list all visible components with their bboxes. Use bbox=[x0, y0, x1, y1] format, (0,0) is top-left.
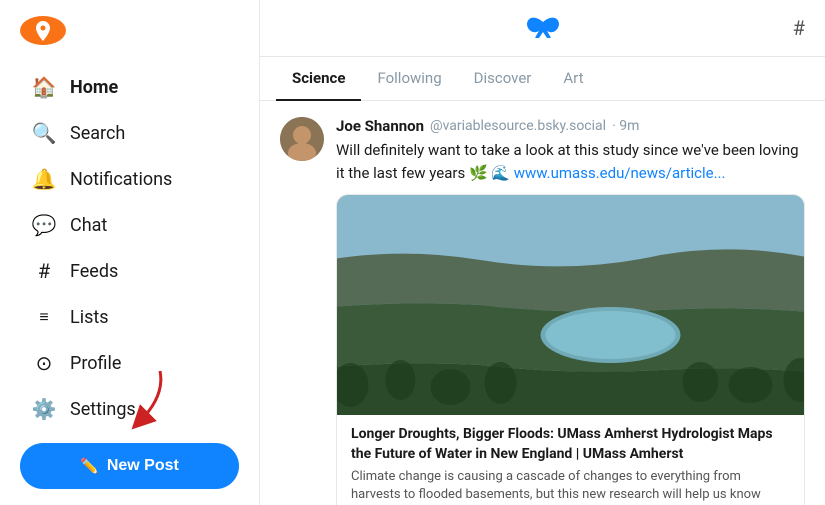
post-image bbox=[337, 195, 804, 415]
post-handle: @variablesource.bsky.social bbox=[430, 118, 606, 134]
avatar-svg bbox=[280, 117, 324, 161]
sidebar-item-lists[interactable]: ≡ Lists bbox=[20, 295, 239, 339]
location-icon bbox=[31, 19, 55, 43]
lists-icon: ≡ bbox=[32, 305, 56, 329]
post-body: Joe Shannon @variablesource.bsky.social … bbox=[336, 117, 805, 505]
sidebar-item-settings[interactable]: ⚙️ Settings bbox=[20, 387, 239, 431]
avatar bbox=[280, 117, 324, 161]
feed-tabs: Science Following Discover Art bbox=[260, 57, 825, 101]
post-meta: Joe Shannon @variablesource.bsky.social … bbox=[336, 117, 805, 135]
tab-science[interactable]: Science bbox=[276, 57, 361, 101]
new-post-label: New Post bbox=[107, 457, 179, 475]
post-text: Will definitely want to take a look at t… bbox=[336, 139, 805, 184]
search-icon: 🔍 bbox=[32, 121, 56, 145]
tab-art[interactable]: Art bbox=[547, 57, 599, 101]
post-item: Joe Shannon @variablesource.bsky.social … bbox=[280, 117, 805, 505]
caption-text: Climate change is causing a cascade of c… bbox=[351, 468, 790, 505]
settings-icon: ⚙️ bbox=[32, 397, 56, 421]
avatar-image bbox=[280, 117, 324, 161]
post-author: Joe Shannon bbox=[336, 117, 424, 135]
sidebar-item-chat[interactable]: 💬 Chat bbox=[20, 203, 239, 247]
sidebar-item-label: Search bbox=[70, 123, 125, 144]
sidebar-item-profile[interactable]: ⊙ Profile bbox=[20, 341, 239, 385]
sidebar-item-label: Home bbox=[70, 77, 118, 98]
main-header: # bbox=[260, 0, 825, 57]
app-logo[interactable] bbox=[20, 16, 66, 45]
tab-following[interactable]: Following bbox=[361, 57, 457, 101]
feed-content: Joe Shannon @variablesource.bsky.social … bbox=[260, 101, 825, 505]
post-time: · 9m bbox=[612, 118, 639, 134]
bell-icon: 🔔 bbox=[32, 167, 56, 191]
sidebar-item-label: Feeds bbox=[70, 261, 118, 282]
sidebar-item-home[interactable]: 🏠 Home bbox=[20, 65, 239, 109]
post-link[interactable]: www.umass.edu/news/article... bbox=[514, 164, 726, 182]
post-image-svg bbox=[337, 195, 804, 415]
chat-icon: 💬 bbox=[32, 213, 56, 237]
edit-icon: ✏️ bbox=[80, 457, 99, 475]
post-image-caption: Longer Droughts, Bigger Floods: UMass Am… bbox=[337, 415, 804, 505]
home-icon: 🏠 bbox=[32, 75, 56, 99]
new-post-button[interactable]: ✏️ New Post bbox=[20, 443, 239, 489]
sidebar: 🏠 Home 🔍 Search 🔔 Notifications 💬 Chat #… bbox=[0, 0, 260, 505]
sidebar-item-search[interactable]: 🔍 Search bbox=[20, 111, 239, 155]
caption-title: Longer Droughts, Bigger Floods: UMass Am… bbox=[351, 425, 790, 464]
explore-hashtag-button[interactable]: # bbox=[793, 16, 805, 40]
sidebar-item-label: Settings bbox=[70, 399, 136, 420]
sidebar-item-notifications[interactable]: 🔔 Notifications bbox=[20, 157, 239, 201]
nav-menu: 🏠 Home 🔍 Search 🔔 Notifications 💬 Chat #… bbox=[20, 65, 239, 431]
profile-icon: ⊙ bbox=[32, 351, 56, 375]
feeds-icon: # bbox=[32, 259, 56, 283]
post-image-card[interactable]: Longer Droughts, Bigger Floods: UMass Am… bbox=[336, 194, 805, 505]
sidebar-item-label: Notifications bbox=[70, 169, 172, 190]
bluesky-butterfly-logo bbox=[527, 14, 559, 42]
main-content: # Science Following Discover Art bbox=[260, 0, 825, 505]
sidebar-item-label: Profile bbox=[70, 353, 121, 374]
sidebar-item-feeds[interactable]: # Feeds bbox=[20, 249, 239, 293]
tab-discover[interactable]: Discover bbox=[458, 57, 548, 101]
sidebar-item-label: Chat bbox=[70, 215, 107, 236]
sidebar-item-label: Lists bbox=[70, 307, 109, 328]
